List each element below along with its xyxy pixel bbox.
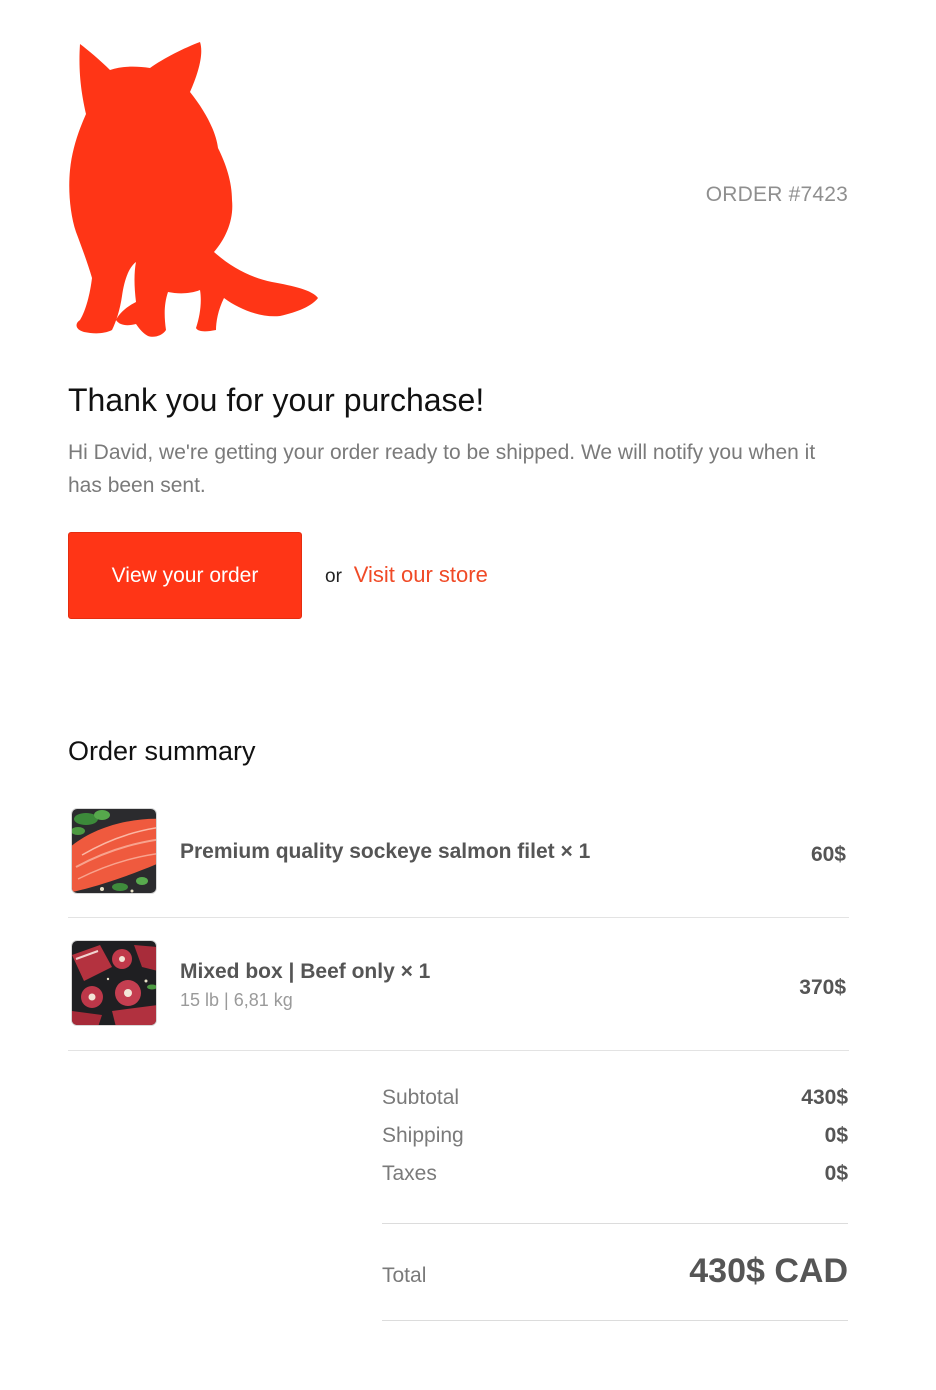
visit-store-link[interactable]: Visit our store	[354, 562, 488, 587]
beef-cuts-image	[71, 940, 157, 1026]
view-order-button[interactable]: View your order	[68, 532, 302, 619]
total-row: Total 430$ CAD	[382, 1252, 848, 1291]
item-name: Mixed box | Beef only × 1	[180, 960, 431, 983]
total-label: Total	[382, 1264, 427, 1287]
order-confirmation-page: ORDER #7423 Thank you for your purchase!…	[0, 0, 936, 1390]
totals-bottom-divider	[382, 1320, 848, 1321]
store-link-group: or Visit our store	[325, 562, 488, 588]
item-price: 370$	[799, 976, 846, 999]
salmon-filet-image	[71, 808, 157, 894]
taxes-row: Taxes 0$	[382, 1162, 848, 1186]
item-name: Premium quality sockeye salmon filet × 1	[180, 840, 591, 863]
item-price: 60$	[810, 843, 846, 866]
order-summary-heading: Order summary	[68, 736, 256, 766]
shipping-row: Shipping 0$	[382, 1124, 848, 1148]
total-value: 430$ CAD	[689, 1252, 848, 1290]
shipping-value: 0$	[824, 1124, 848, 1147]
fox-logo-icon	[69, 42, 318, 337]
intro-message: Hi David, we're getting your order ready…	[68, 441, 816, 497]
line-item: Mixed box | Beef only × 1 15 lb | 6,81 k…	[68, 918, 849, 1051]
line-item: Premium quality sockeye salmon filet × 1…	[68, 785, 849, 918]
subtotal-row: Subtotal 430$	[382, 1086, 848, 1110]
or-text: or	[325, 566, 342, 587]
subtotal-value: 430$	[801, 1086, 848, 1109]
item-variant: 15 lb | 6,81 kg	[180, 990, 293, 1010]
taxes-value: 0$	[824, 1162, 848, 1185]
order-number: ORDER #7423	[705, 183, 848, 206]
taxes-label: Taxes	[382, 1162, 437, 1185]
thank-you-heading: Thank you for your purchase!	[68, 382, 485, 418]
shipping-label: Shipping	[382, 1124, 464, 1147]
totals-divider	[382, 1223, 848, 1224]
subtotal-label: Subtotal	[382, 1086, 460, 1109]
